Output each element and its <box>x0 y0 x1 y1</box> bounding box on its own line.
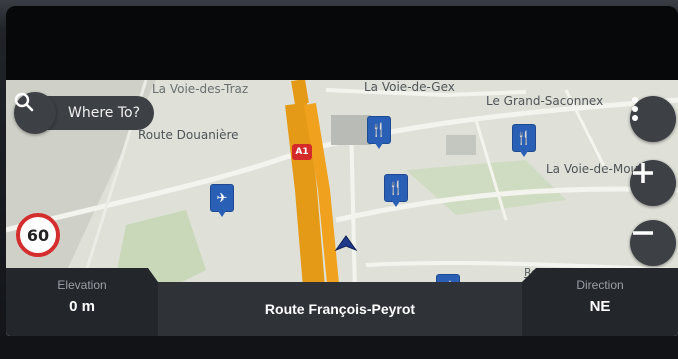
current-street-panel[interactable]: Route François-Peyrot <box>158 282 522 336</box>
device-bottom <box>0 336 678 359</box>
more-vert-icon <box>632 97 638 121</box>
elevation-panel[interactable]: Elevation 0 m <box>6 268 158 336</box>
search-bar[interactable]: Where To? <box>14 92 155 134</box>
airport-icon[interactable]: ✈ <box>210 184 234 217</box>
restaurant-icon[interactable]: 🍴 <box>512 124 536 157</box>
place-label: La Voie-de-Gex <box>364 80 455 94</box>
zoom-in-icon <box>633 163 653 183</box>
direction-panel[interactable]: Direction NE <box>522 268 678 336</box>
zoom-in-button[interactable] <box>630 160 676 206</box>
nav-screen: La Voie-des-Traz La Voie-de-Gex Le Grand… <box>6 6 678 336</box>
where-to-button[interactable]: Where To? <box>46 96 155 130</box>
place-label: La Voie-des-Traz <box>152 82 249 96</box>
menu-button[interactable] <box>630 96 676 142</box>
elevation-label: Elevation <box>57 278 107 292</box>
highway-shield: A1 <box>292 144 312 160</box>
position-arrow-icon <box>334 235 358 252</box>
top-bar <box>6 6 678 80</box>
search-button[interactable] <box>14 92 56 134</box>
restaurant-icon[interactable]: 🍴 <box>367 116 391 149</box>
info-bar: Elevation 0 m Route François-Peyrot Dire… <box>6 268 678 336</box>
search-icon <box>14 92 34 112</box>
elevation-value: 0 m <box>69 298 95 315</box>
direction-label: Direction <box>576 278 624 292</box>
current-street: Route François-Peyrot <box>264 301 416 317</box>
place-label: Le Grand-Saconnex <box>486 94 604 108</box>
zoom-out-icon <box>633 231 653 235</box>
zoom-out-button[interactable] <box>630 220 676 266</box>
restaurant-icon[interactable]: 🍴 <box>384 174 408 207</box>
direction-value: NE <box>589 298 611 315</box>
speed-limit-sign: 60 <box>16 213 60 257</box>
